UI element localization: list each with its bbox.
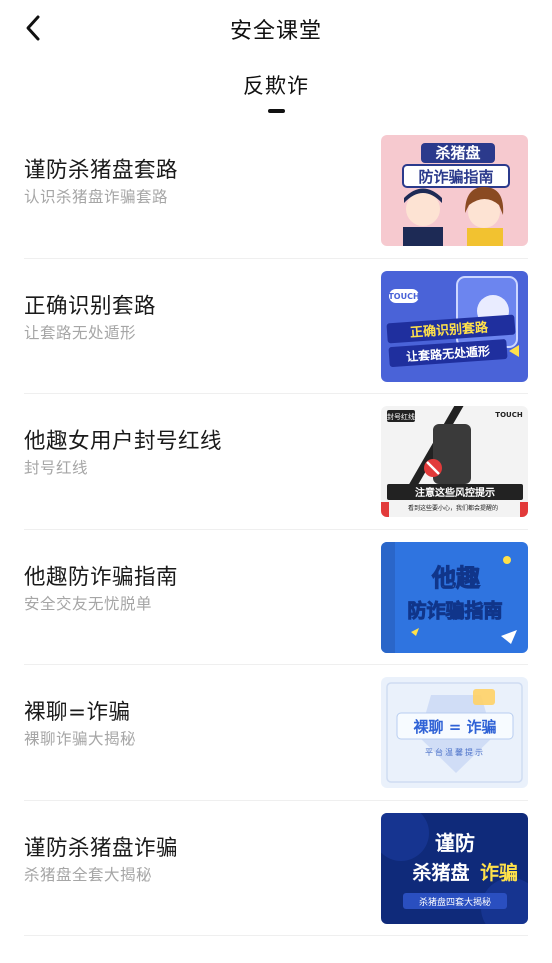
tab-anti-fraud[interactable]: 反欺诈 <box>0 70 552 113</box>
cover-corner: TOUCH <box>495 411 523 419</box>
list-item[interactable]: 谨防杀猪盘诈骗 杀猪盘全套大揭秘 谨防 杀猪盘 诈骗 杀猪盘四套大揭秘 <box>24 801 528 936</box>
cover-banner: 注意这些风控提示 <box>415 486 495 499</box>
item-subtitle: 让套路无处遁形 <box>24 323 137 342</box>
list-item[interactable]: 他趣女用户封号红线 封号红线 封号红线 TOUCH 注意这些风控提示 看到这些要… <box>24 394 528 530</box>
item-thumbnail: 他趣 防诈骗指南 <box>381 541 528 653</box>
item-thumbnail: 谨防 杀猪盘 诈骗 杀猪盘四套大揭秘 <box>381 812 528 924</box>
identify-scams-cover-image: TOUCH 正确识别套路 让套路无处遁形 <box>381 270 528 382</box>
cover-line2: 防诈骗指南 <box>407 599 502 622</box>
list-item[interactable]: 正确识别套路 让套路无处遁形 TOUCH 正确识别套路 让套路无处遁形 <box>24 259 528 394</box>
list-item[interactable]: 他趣防诈骗指南 安全交友无忧脱单 他趣 防诈骗指南 <box>24 530 528 665</box>
pig-butchering-cover-image: 杀猪盘 防诈骗指南 <box>381 135 528 246</box>
list-item[interactable]: 裸聊=诈骗 裸聊诈骗大揭秘 裸聊 = 诈骗 平台温馨提示 <box>24 665 528 801</box>
cover-tag: 封号红线 <box>387 412 415 421</box>
item-subtitle: 认识杀猪盘诈骗套路 <box>24 188 169 206</box>
tab-label: 反欺诈 <box>243 74 309 98</box>
tab-active-indicator <box>268 109 285 113</box>
item-thumbnail: TOUCH 正确识别套路 让套路无处遁形 <box>381 270 528 382</box>
account-ban-cover-image: 封号红线 TOUCH 注意这些风控提示 看到这些要小心，我们都会提醒的 <box>381 406 528 517</box>
item-title: 他趣女用户封号红线 <box>24 429 223 454</box>
article-list: 谨防杀猪盘套路 认识杀猪盘诈骗套路 杀猪盘 防诈骗指南 正确识别套路 让套路无处… <box>0 123 552 936</box>
cover-footer: 杀猪盘四套大揭秘 <box>419 896 491 908</box>
cover-line2b: 诈骗 <box>480 861 518 884</box>
cover-line1: 他趣 <box>431 564 481 592</box>
item-title: 谨防杀猪盘诈骗 <box>24 835 179 861</box>
item-title: 正确识别套路 <box>24 293 157 319</box>
item-subtitle: 裸聊诈骗大揭秘 <box>24 730 137 748</box>
cover-line2: 防诈骗指南 <box>418 168 493 186</box>
pig-butchering-scam-cover-image: 谨防 杀猪盘 诈骗 杀猪盘四套大揭秘 <box>381 812 528 924</box>
item-subtitle: 杀猪盘全套大揭秘 <box>24 865 153 884</box>
cover-line1: 杀猪盘 <box>435 144 480 162</box>
cover-line1: 裸聊 = 诈骗 <box>413 718 496 736</box>
cover-line1: 谨防 <box>435 831 475 855</box>
cover-line2: 平台温馨提示 <box>425 747 485 757</box>
item-subtitle: 封号红线 <box>24 459 89 477</box>
list-item[interactable]: 谨防杀猪盘套路 认识杀猪盘诈骗套路 杀猪盘 防诈骗指南 <box>24 123 528 259</box>
item-thumbnail: 封号红线 TOUCH 注意这些风控提示 看到这些要小心，我们都会提醒的 <box>381 406 528 517</box>
item-subtitle: 安全交友无忧脱单 <box>24 594 153 613</box>
cover-badge: TOUCH <box>388 292 419 301</box>
item-title: 谨防杀猪盘套路 <box>24 158 179 183</box>
anti-fraud-guide-cover-image: 他趣 防诈骗指南 <box>381 541 528 653</box>
top-bar: 安全课堂 <box>0 0 552 56</box>
item-title: 他趣防诈骗指南 <box>24 564 179 590</box>
item-title: 裸聊=诈骗 <box>24 700 131 725</box>
item-thumbnail: 裸聊 = 诈骗 平台温馨提示 <box>381 677 528 788</box>
cover-line2a: 杀猪盘 <box>412 861 469 884</box>
nude-chat-scam-cover-image: 裸聊 = 诈骗 平台温馨提示 <box>381 677 528 788</box>
page-title: 安全课堂 <box>229 19 322 44</box>
item-thumbnail: 杀猪盘 防诈骗指南 <box>381 135 528 246</box>
cover-footer: 看到这些要小心，我们都会提醒的 <box>408 504 498 512</box>
